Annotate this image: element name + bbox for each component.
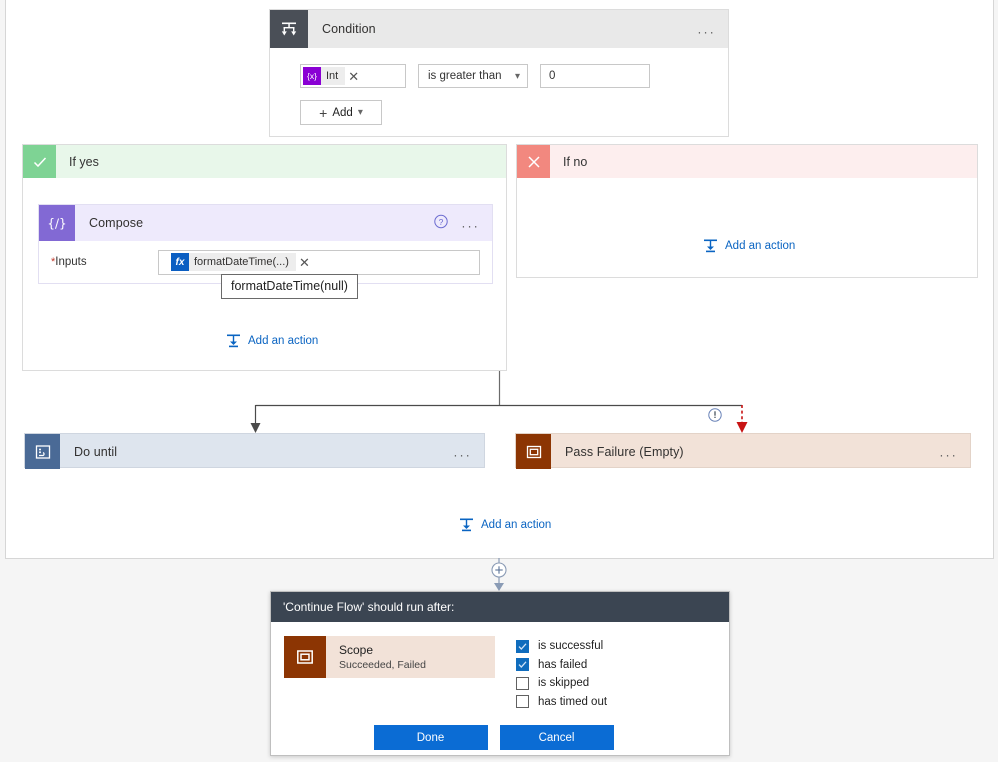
compose-inputs-input[interactable]: fx formatDateTime(...) ✕ <box>158 249 480 275</box>
checkbox-label-has-timed-out: has timed out <box>538 695 608 708</box>
condition-left-operand[interactable]: {x} Int ✕ <box>300 64 406 88</box>
compose-card[interactable]: {/} Compose ? ... *Inputs fx formatDateT… <box>38 204 493 284</box>
checkbox-row-has-timed-out[interactable]: has timed out <box>516 693 607 712</box>
compose-card-header[interactable]: {/} Compose ? ... <box>39 205 492 241</box>
do-until-icon <box>25 434 60 469</box>
variable-token-icon: {x} <box>303 67 321 85</box>
pass-failure-title: Pass Failure (Empty) <box>565 444 684 459</box>
remove-token-icon[interactable]: ✕ <box>296 256 313 269</box>
branch-if-yes-label: If yes <box>69 154 99 169</box>
run-after-dialog-buttons: Done Cancel <box>271 711 729 750</box>
do-until-more-button[interactable]: ... <box>454 445 472 458</box>
scope-icon <box>516 434 551 469</box>
condition-card-header[interactable]: Condition ... <box>270 10 728 48</box>
branch-if-no: If no <box>516 144 978 278</box>
scope-chip: Scope Succeeded, Failed <box>284 636 495 678</box>
flow-designer-canvas: Condition ... {x} Int ✕ is greater than … <box>0 0 998 762</box>
scope-chip-text: Scope Succeeded, Failed <box>326 642 426 672</box>
run-after-dialog: 'Continue Flow' should run after: Scope … <box>270 591 730 756</box>
checkbox-row-is-successful[interactable]: is successful <box>516 637 607 656</box>
condition-expression-row: {x} Int ✕ is greater than ▾ 0 <box>300 64 728 88</box>
do-until-header[interactable]: Do until ... <box>25 434 484 469</box>
help-icon[interactable]: ? <box>434 214 448 232</box>
checkbox-is-successful[interactable] <box>516 639 529 653</box>
do-until-title: Do until <box>74 444 118 459</box>
condition-title: Condition <box>322 22 376 36</box>
do-until-card[interactable]: Do until ... <box>24 433 485 469</box>
plus-icon: + <box>319 104 328 121</box>
run-after-dialog-body: Scope Succeeded, Failed is successful ha… <box>271 622 729 711</box>
chevron-down-icon: ▾ <box>357 107 363 118</box>
branch-if-yes-header: If yes <box>23 145 506 178</box>
condition-body: {x} Int ✕ is greater than ▾ 0 + Add ▾ <box>270 48 728 125</box>
add-action-if-no-label: Add an action <box>725 239 796 252</box>
checkbox-label-is-successful: is successful <box>538 640 604 653</box>
scope-icon <box>284 636 326 678</box>
svg-text:{/}: {/} <box>47 217 66 231</box>
run-after-checklist: is successful has failed is skipped has … <box>516 636 607 711</box>
add-action-icon <box>704 239 717 253</box>
pass-failure-header[interactable]: Pass Failure (Empty) ... <box>516 434 970 469</box>
expression-tooltip: formatDateTime(null) <box>221 274 358 299</box>
scope-chip-name: Scope <box>339 642 374 657</box>
add-action-main-label: Add an action <box>481 518 552 531</box>
checkbox-has-failed[interactable] <box>516 658 529 672</box>
function-token-icon: fx <box>171 253 189 271</box>
pass-failure-card[interactable]: Pass Failure (Empty) ... <box>515 433 971 469</box>
svg-text:?: ? <box>439 217 444 227</box>
checkbox-row-is-skipped[interactable]: is skipped <box>516 674 607 693</box>
branch-if-no-header: If no <box>517 145 977 178</box>
run-after-dialog-title: 'Continue Flow' should run after: <box>271 592 729 622</box>
add-action-icon <box>460 518 473 532</box>
condition-card[interactable]: Condition ... {x} Int ✕ is greater than … <box>269 9 729 137</box>
condition-add-button[interactable]: + Add ▾ <box>300 100 382 125</box>
cancel-button[interactable]: Cancel <box>499 725 614 750</box>
int-token-label: Int <box>326 70 339 82</box>
condition-operator-select[interactable]: is greater than ▾ <box>418 64 528 88</box>
compose-title: Compose <box>89 216 144 230</box>
pass-failure-more-button[interactable]: ... <box>940 445 958 458</box>
run-after-info-icon[interactable] <box>708 408 722 425</box>
remove-token-icon[interactable]: ✕ <box>345 70 362 83</box>
condition-right-operand-input[interactable]: 0 <box>540 64 650 88</box>
condition-icon <box>270 10 308 48</box>
add-action-if-no-button[interactable]: Add an action <box>703 238 795 253</box>
add-action-if-yes-label: Add an action <box>248 334 319 347</box>
branch-if-no-label: If no <box>563 154 588 169</box>
checkbox-has-timed-out[interactable] <box>516 695 529 709</box>
compose-inputs-label: *Inputs <box>51 256 158 268</box>
checkbox-row-has-failed[interactable]: has failed <box>516 656 607 675</box>
add-action-if-yes-button[interactable]: Add an action <box>226 333 318 348</box>
compose-icon: {/} <box>39 205 75 241</box>
check-icon <box>23 145 56 178</box>
int-token[interactable]: {x} Int <box>303 67 346 85</box>
chevron-down-icon: ▾ <box>514 70 520 82</box>
inputs-label-text: Inputs <box>55 256 87 268</box>
condition-operator-value: is greater than <box>428 70 502 82</box>
close-icon <box>517 145 550 178</box>
checkbox-label-has-failed: has failed <box>538 658 588 671</box>
add-action-main-button[interactable]: Add an action <box>459 517 551 532</box>
formatdatetime-token[interactable]: fx formatDateTime(...) <box>171 253 296 271</box>
add-action-icon <box>227 334 240 348</box>
done-button[interactable]: Done <box>373 725 488 750</box>
checkbox-label-is-skipped: is skipped <box>538 677 590 690</box>
compose-more-button[interactable]: ... <box>462 217 480 230</box>
condition-more-button[interactable]: ... <box>698 23 716 36</box>
formatdatetime-token-label: formatDateTime(...) <box>194 256 289 268</box>
condition-add-label: Add <box>332 106 353 119</box>
scope-chip-status: Succeeded, Failed <box>339 659 426 671</box>
checkbox-is-skipped[interactable] <box>516 676 529 690</box>
